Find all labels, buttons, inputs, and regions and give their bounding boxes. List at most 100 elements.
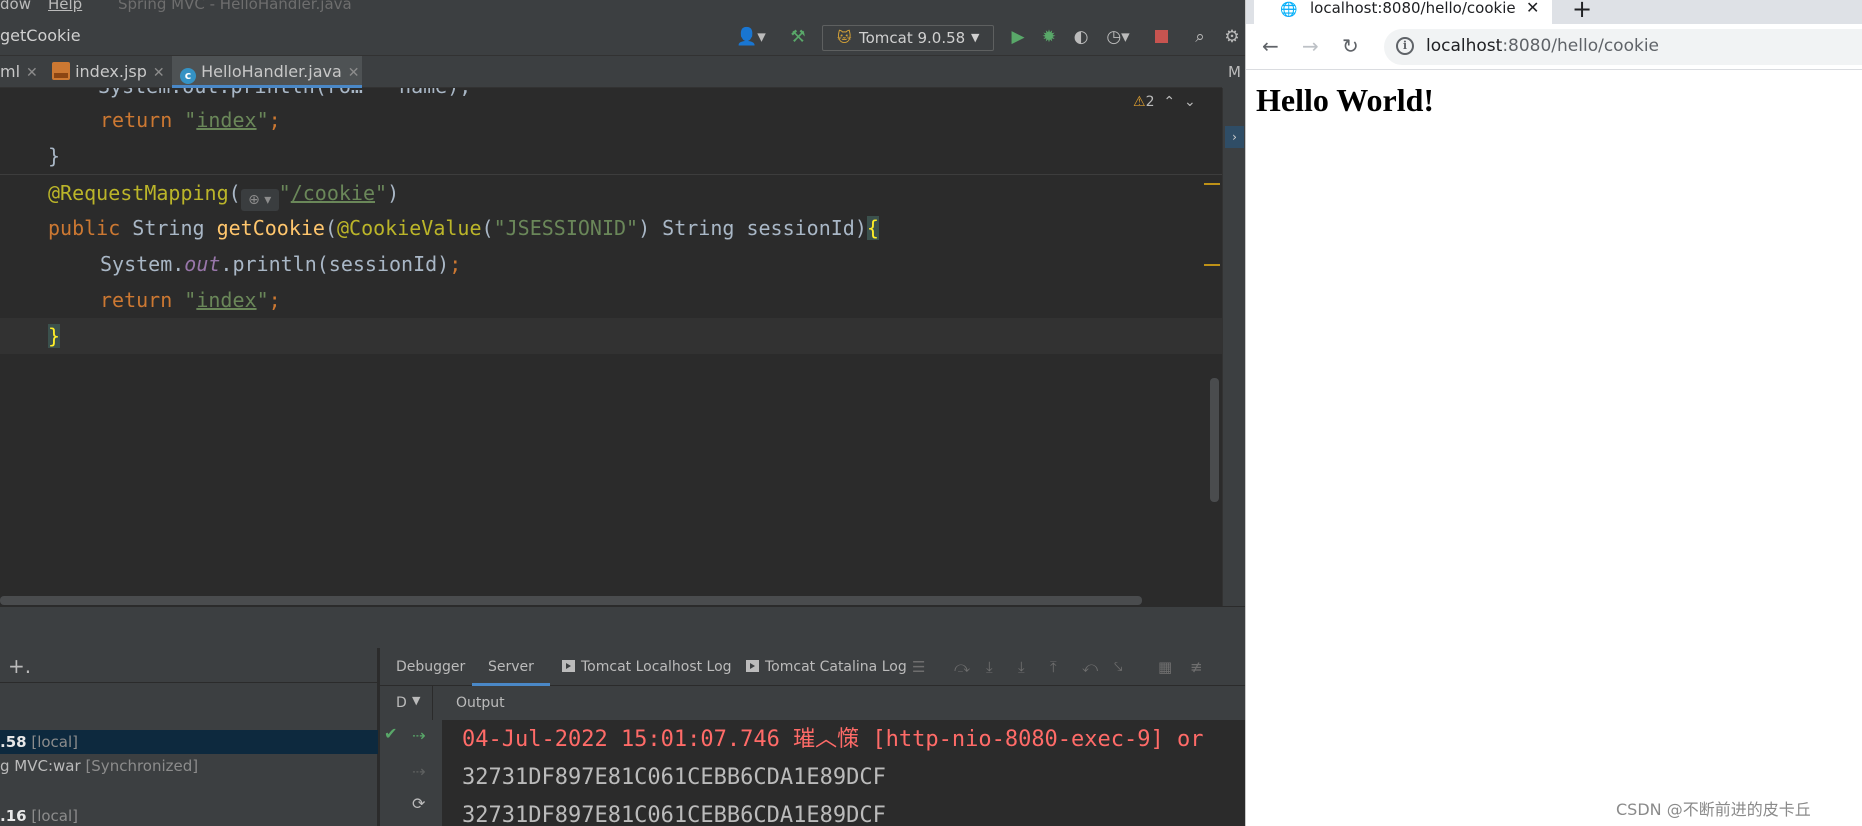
tab-debugger[interactable]: Debugger bbox=[396, 648, 465, 686]
close-icon[interactable]: ✕ bbox=[348, 65, 360, 81]
profile-icon[interactable]: ◷▾ bbox=[1100, 27, 1136, 47]
menu-window[interactable]: dow bbox=[0, 0, 31, 13]
tree-item-tomcat-server[interactable]: .58 [local] bbox=[0, 730, 378, 754]
globe-icon: 🌐 bbox=[1280, 2, 1298, 18]
gear-icon[interactable]: ⚙ bbox=[1222, 27, 1242, 47]
code-text: out bbox=[184, 252, 221, 276]
browser-toolbar: ← → ↻ i localhost:8080/hello/cookie bbox=[1246, 24, 1862, 70]
coverage-icon[interactable]: ◐ bbox=[1070, 27, 1092, 47]
chevron-down-icon[interactable]: ▼ bbox=[412, 694, 420, 707]
step-out-icon[interactable]: ⤒ bbox=[1050, 648, 1057, 686]
code-line-current: } bbox=[0, 318, 1222, 354]
code-text: ; bbox=[449, 252, 462, 276]
output-column: Output bbox=[456, 695, 505, 711]
horizontal-scrollbar[interactable] bbox=[0, 596, 1142, 605]
tree-item-tag: [local] bbox=[31, 807, 79, 825]
user-icon[interactable]: 👤▾ bbox=[736, 27, 766, 47]
inspection-widget[interactable]: ⚠2 ⌃ ⌄ bbox=[1133, 94, 1196, 110]
tree-item-tag: [local] bbox=[31, 733, 79, 751]
menu-help[interactable]: Help bbox=[48, 0, 82, 13]
code-line: System.out.println(sessionId); bbox=[0, 246, 1222, 282]
back-arrow-icon[interactable]: ← bbox=[1262, 34, 1279, 58]
url-path: :8080/hello/cookie bbox=[1502, 36, 1660, 56]
tab-index-jsp[interactable]: index.jsp ✕ bbox=[52, 56, 168, 88]
code-text: ; bbox=[268, 108, 281, 132]
build-hammer-icon[interactable]: ⚒ bbox=[788, 27, 808, 47]
code-text: getCookie bbox=[216, 216, 325, 240]
tree-item-label: .16 bbox=[0, 807, 27, 825]
tab-xml[interactable]: ml ✕ bbox=[0, 56, 50, 88]
stop-icon[interactable] bbox=[1152, 27, 1170, 47]
tab-server[interactable]: Server bbox=[472, 648, 550, 686]
panel-divider[interactable] bbox=[0, 606, 1245, 648]
update-arrow-icon[interactable]: ⇢ bbox=[412, 728, 425, 744]
watermark: CSDN @不断前进的皮卡丘 bbox=[1616, 800, 1811, 819]
reload-icon[interactable]: ↻ bbox=[1342, 34, 1359, 58]
refresh-icon[interactable]: ⟳ bbox=[412, 796, 425, 812]
force-step-into-icon[interactable]: ⤓ bbox=[1018, 648, 1025, 686]
close-icon[interactable]: ✕ bbox=[153, 65, 165, 81]
tree-item-label: .58 bbox=[0, 733, 27, 751]
run-configuration-select[interactable]: 🐱 Tomcat 9.0.58 ▼ bbox=[822, 25, 994, 51]
deployment-column[interactable]: D bbox=[396, 695, 407, 711]
chevron-down-icon[interactable]: ⌄ bbox=[1184, 94, 1196, 110]
chevron-right-icon[interactable]: › bbox=[1225, 126, 1244, 148]
tree-item-tomcat-server-2[interactable]: .16 [local] bbox=[0, 804, 378, 826]
tab-label: ml bbox=[0, 62, 21, 81]
code-text: return bbox=[100, 288, 173, 312]
console-line: 32731DF897E81C061CEBB6CDA1E89DCF bbox=[462, 803, 886, 826]
console-line: 32731DF897E81C061CEBB6CDA1E89DCF bbox=[462, 765, 886, 790]
services-tree-panel: +. .58 [local] g MVC:war [Synchronized] … bbox=[0, 648, 378, 826]
tab-localhost-log[interactable]: Tomcat Localhost Log bbox=[562, 648, 732, 686]
step-over-icon[interactable]: ⤼ bbox=[954, 648, 970, 686]
page-heading: Hello World! bbox=[1256, 82, 1435, 118]
tab-label: Tomcat Localhost Log bbox=[581, 659, 732, 675]
browser-tab-strip: 🌐 localhost:8080/hello/cookie ✕ + bbox=[1246, 0, 1862, 24]
tab-label: Tomcat Catalina Log bbox=[765, 659, 907, 675]
log-icon bbox=[562, 660, 575, 672]
maven-tool-tab[interactable]: M bbox=[1222, 56, 1245, 88]
add-service-icon[interactable]: +. bbox=[8, 654, 31, 678]
jsp-file-icon bbox=[52, 62, 70, 80]
separator bbox=[0, 682, 378, 683]
run-to-cursor-icon[interactable]: ⤥ bbox=[1114, 648, 1122, 686]
search-icon[interactable]: ⌕ bbox=[1190, 27, 1210, 47]
close-icon[interactable]: ✕ bbox=[26, 65, 38, 81]
trace-icon[interactable]: ≢ bbox=[1190, 648, 1203, 686]
tree-item-tag: [Synchronized] bbox=[85, 757, 199, 775]
info-icon[interactable]: i bbox=[1396, 37, 1414, 55]
browser-tab[interactable]: 🌐 localhost:8080/hello/cookie ✕ bbox=[1254, 0, 1552, 24]
code-line: public String getCookie(@CookieValue("JS… bbox=[48, 216, 879, 240]
code-editor[interactable]: System.out.println(ro… name); return "in… bbox=[0, 88, 1222, 606]
evaluate-icon[interactable]: ▦ bbox=[1158, 648, 1172, 686]
globe-icon[interactable]: ⊕ ▾ bbox=[240, 189, 279, 211]
address-bar[interactable]: i localhost:8080/hello/cookie bbox=[1384, 29, 1862, 65]
menu-icon[interactable]: ☰ bbox=[912, 648, 925, 686]
drop-frame-icon[interactable]: ⤺ bbox=[1082, 648, 1098, 686]
warning-stripe-mark[interactable] bbox=[1204, 264, 1220, 266]
services-tab-bar: Debugger Server Tomcat Localhost Log Tom… bbox=[380, 648, 1245, 686]
warning-count: 2 bbox=[1145, 94, 1155, 110]
chevron-up-icon[interactable]: ⌃ bbox=[1163, 94, 1175, 110]
tree-item-artifact[interactable]: g MVC:war [Synchronized] bbox=[0, 754, 378, 778]
forward-arrow-icon[interactable]: → bbox=[1302, 34, 1319, 58]
output-header: D ▼ Output bbox=[380, 686, 1245, 720]
debug-icon[interactable]: ✹ bbox=[1038, 27, 1060, 47]
tab-label: HelloHandler.java bbox=[201, 62, 342, 81]
tab-hellohandler-java[interactable]: c HelloHandler.java ✕ bbox=[172, 56, 362, 88]
run-icon[interactable]: ▶ bbox=[1008, 27, 1028, 47]
url-host: localhost bbox=[1426, 36, 1503, 56]
run-configuration-label: Tomcat 9.0.58 bbox=[859, 29, 966, 47]
vertical-scrollbar[interactable] bbox=[1210, 378, 1219, 502]
breadcrumb[interactable]: getCookie bbox=[0, 26, 81, 45]
step-into-icon[interactable]: ⤓ bbox=[986, 648, 993, 686]
code-line: } bbox=[0, 138, 1222, 174]
close-icon[interactable]: ✕ bbox=[1526, 0, 1539, 17]
redeploy-icon[interactable]: ⇢ bbox=[412, 764, 425, 780]
warning-stripe-mark[interactable] bbox=[1204, 183, 1220, 185]
code-text: /cookie bbox=[290, 181, 376, 205]
tab-catalina-log[interactable]: Tomcat Catalina Log bbox=[746, 648, 907, 686]
new-tab-icon[interactable]: + bbox=[1572, 0, 1592, 23]
code-text: @RequestMapping bbox=[48, 181, 229, 205]
server-output-console[interactable]: 04-Jul-2022 15:01:07.746 璀︿憡 [http-nio-8… bbox=[442, 720, 1245, 826]
